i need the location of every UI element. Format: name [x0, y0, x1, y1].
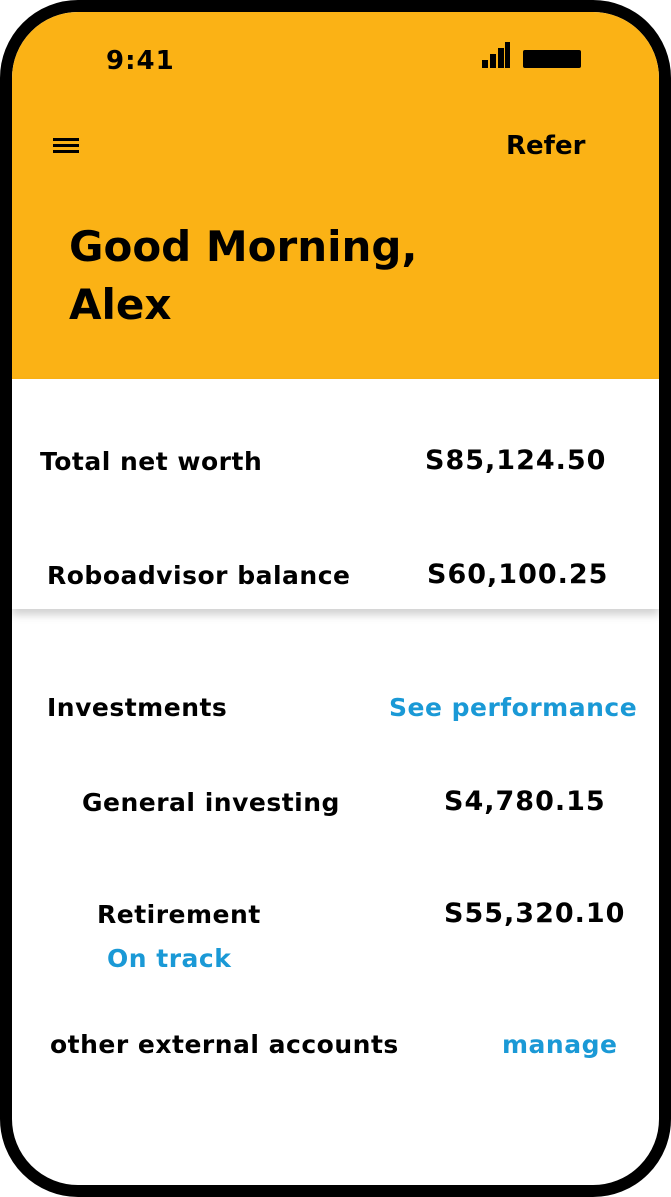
status-time: 9:41	[106, 46, 175, 76]
hamburger-menu-icon[interactable]	[53, 136, 80, 154]
phone-frame: 9:41 Refer Good Morning, Alex Total net …	[0, 0, 671, 1197]
roboadvisor-balance-label: Roboadvisor balance	[47, 561, 351, 590]
general-investing-value: S4,780.15	[444, 786, 606, 817]
investments-title: Investments	[47, 693, 228, 722]
header: 9:41 Refer Good Morning, Alex	[12, 12, 659, 379]
general-investing-label: General investing	[82, 788, 340, 817]
refer-link[interactable]: Refer	[506, 131, 585, 161]
greeting-name: Alex	[69, 280, 172, 329]
retirement-value: S55,320.10	[444, 898, 626, 929]
manage-link[interactable]: manage	[502, 1030, 617, 1059]
signal-bars-icon	[482, 42, 510, 68]
retirement-status[interactable]: On track	[107, 944, 231, 973]
retirement-label: Retirement	[97, 900, 261, 929]
net-worth-value: S85,124.50	[425, 445, 607, 476]
battery-icon	[523, 50, 581, 68]
balance-summary-card: Total net worth S85,124.50 Roboadvisor b…	[12, 379, 659, 609]
see-performance-link[interactable]: See performance	[389, 693, 637, 722]
external-accounts-label: other external accounts	[50, 1030, 399, 1059]
greeting-line-1: Good Morning,	[69, 222, 418, 271]
greeting-heading: Good Morning, Alex	[69, 218, 489, 334]
roboadvisor-balance-value: S60,100.25	[427, 559, 609, 590]
net-worth-label: Total net worth	[40, 447, 263, 476]
